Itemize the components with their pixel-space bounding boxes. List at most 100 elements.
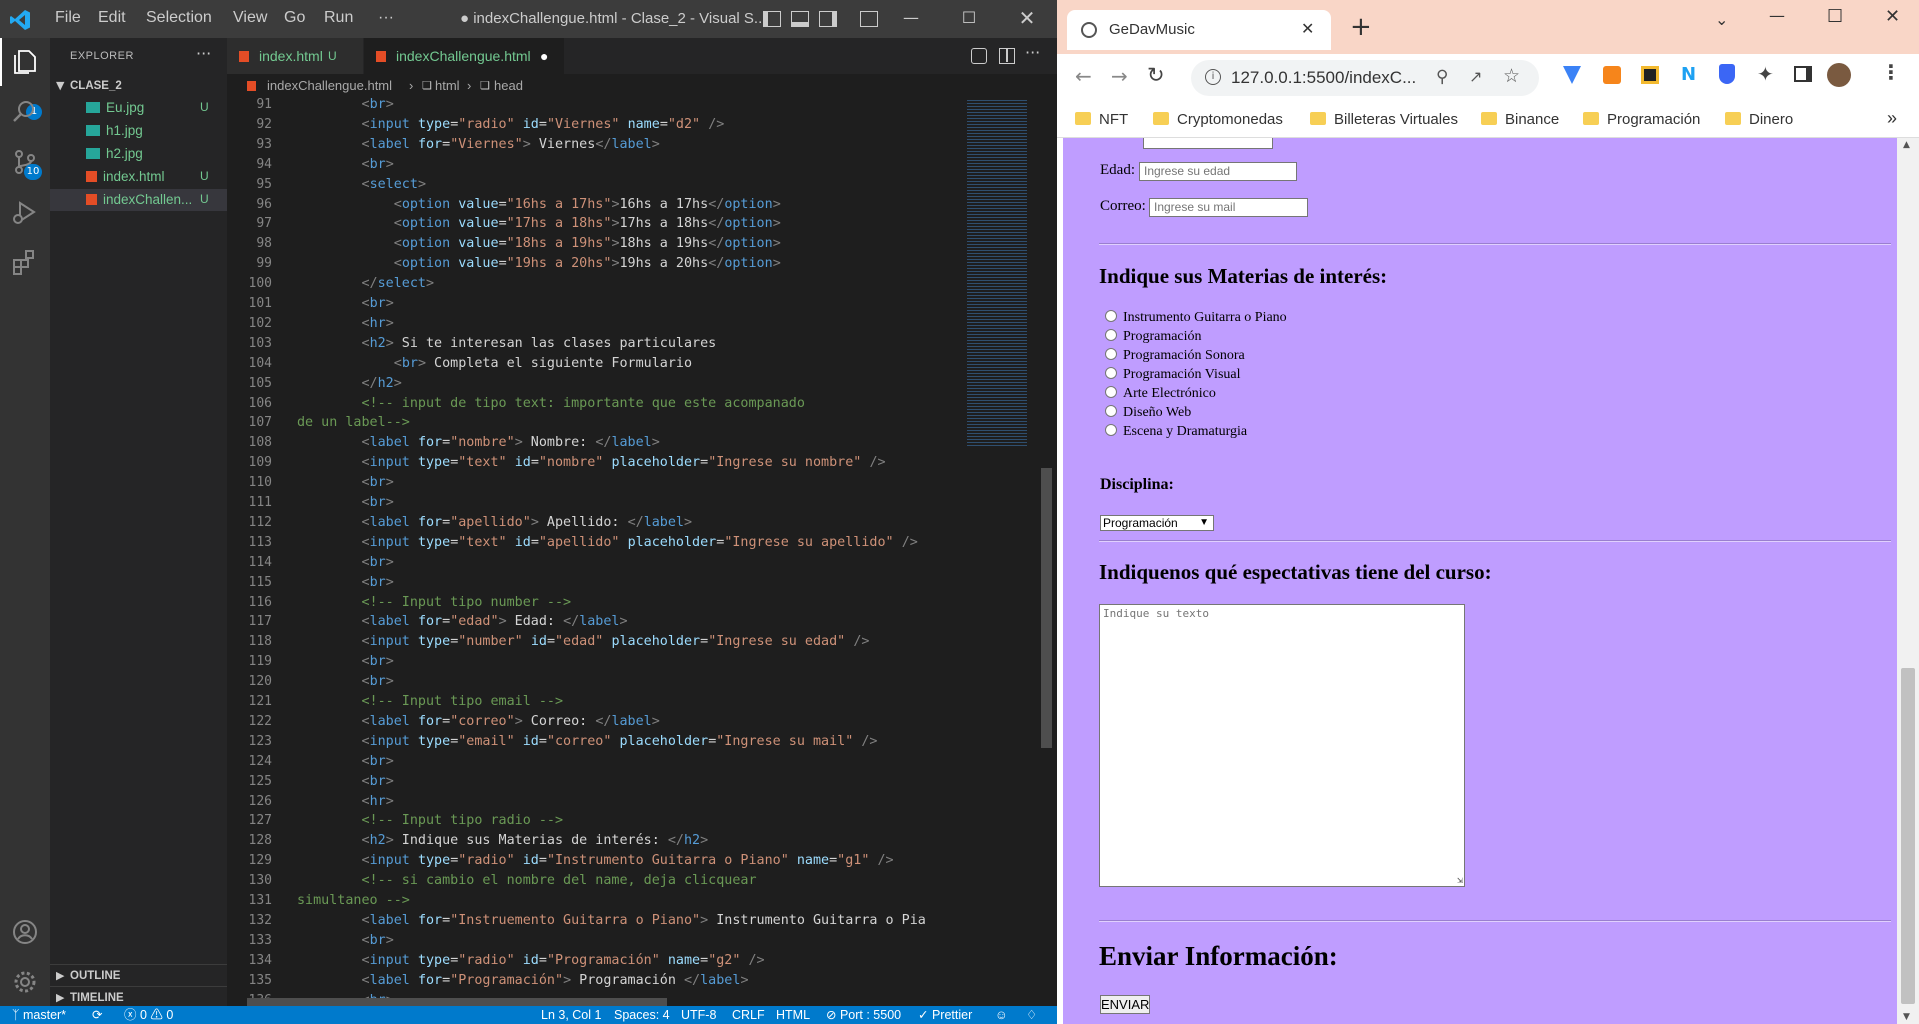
timeline-section[interactable]: ▶ TIMELINE <box>50 986 227 1008</box>
code-line[interactable]: <!-- Input tipo radio --> <box>297 813 564 828</box>
menu-selection[interactable]: Selection <box>146 9 212 27</box>
code-line[interactable]: <input type="radio" id="Viernes" name="d… <box>297 117 725 132</box>
breadcrumb-head[interactable]: head <box>494 74 523 98</box>
bookmark-folder[interactable]: NFT <box>1075 111 1128 128</box>
menu-kebab-icon[interactable]: ⋮ <box>1881 60 1901 84</box>
file-item-selected[interactable]: indexChallen... U <box>86 192 209 207</box>
bookmark-folder[interactable]: Binance <box>1481 111 1559 128</box>
new-tab-button[interactable]: + <box>1350 14 1372 40</box>
apellido-input-partial[interactable] <box>1143 138 1273 149</box>
bookmark-folder[interactable]: Programación <box>1583 111 1700 128</box>
share-icon[interactable]: ↗ <box>1469 67 1482 86</box>
live-server-port[interactable]: ⊘ Port : 5500 <box>826 1006 901 1024</box>
radio-button[interactable] <box>1105 348 1117 360</box>
code-line[interactable]: <br> <box>297 674 394 689</box>
expectativas-textarea[interactable]: Indique su texto ⇲ <box>1099 604 1465 887</box>
code-line[interactable]: <option value="17hs a 18hs">17hs a 18hs<… <box>297 216 781 231</box>
code-line[interactable]: <label for="Viernes"> Viernes</label> <box>297 137 660 152</box>
scrollbar-thumb[interactable] <box>1901 668 1915 1004</box>
page-scrollbar[interactable]: ▲ ▼ <box>1897 138 1919 1024</box>
code-line[interactable]: <input type="radio" id="Programación" na… <box>297 953 765 968</box>
eol-status[interactable]: CRLF <box>732 1006 765 1024</box>
code-line[interactable]: <!-- Input tipo email --> <box>297 694 564 709</box>
code-line[interactable]: <hr> <box>297 794 394 809</box>
binance-extension-icon[interactable] <box>1641 66 1659 84</box>
bookmark-folder[interactable]: Billeteras Virtuales <box>1310 111 1458 128</box>
code-line[interactable]: <input type="radio" id="Instrumento Guit… <box>297 853 894 868</box>
outline-section[interactable]: ▶ OUTLINE <box>50 964 227 986</box>
extensions-icon[interactable] <box>11 248 39 276</box>
toggle-sidebar-icon[interactable] <box>763 11 781 27</box>
radio-option[interactable]: Instrumento Guitarra o Piano <box>1105 310 1287 326</box>
tab-index-html[interactable]: index.html U <box>227 38 363 74</box>
code-line[interactable]: </select> <box>297 276 435 291</box>
scroll-down-arrow-icon[interactable]: ▼ <box>1903 1012 1910 1022</box>
tab-indexchallengue-html[interactable]: indexChallengue.html ● <box>364 38 564 74</box>
minimap[interactable] <box>957 98 1052 1006</box>
breadcrumb-file[interactable]: indexChallengue.html <box>267 74 392 98</box>
toggle-secondary-sidebar-icon[interactable] <box>819 11 837 27</box>
split-editor-icon[interactable] <box>999 48 1015 64</box>
extensions-puzzle-icon[interactable]: ✦ <box>1757 62 1774 86</box>
radio-option[interactable]: Programación Sonora <box>1105 348 1245 364</box>
notifications-bell-icon[interactable]: ♢ <box>1026 1006 1037 1024</box>
file-item[interactable]: h2.jpg <box>86 146 143 161</box>
back-arrow-icon[interactable]: ← <box>1075 64 1092 88</box>
menu-edit[interactable]: Edit <box>98 9 126 27</box>
radio-option[interactable]: Escena y Dramaturgia <box>1105 424 1247 440</box>
code-line[interactable]: <label for="apellido"> Apellido: </label… <box>297 515 693 530</box>
breadcrumb-html[interactable]: html <box>435 74 460 98</box>
metamask-fox-icon[interactable] <box>1603 66 1621 84</box>
enviar-button[interactable]: ENVIAR <box>1100 995 1150 1014</box>
code-line[interactable]: <label for="nombre"> Nombre: </label> <box>297 435 660 450</box>
indentation-status[interactable]: Spaces: 4 <box>614 1006 670 1024</box>
edad-input[interactable]: Ingrese su edad <box>1139 162 1297 181</box>
menu-more[interactable]: ··· <box>378 9 394 27</box>
code-line[interactable]: <h2> Si te interesan las clases particul… <box>297 336 717 351</box>
sync-icon[interactable]: ⟳ <box>92 1006 102 1024</box>
code-line[interactable]: <br> <box>297 98 394 112</box>
side-panel-icon[interactable] <box>1794 66 1812 82</box>
code-line[interactable]: <input type="text" id="nombre" placehold… <box>297 455 886 470</box>
minimize-button[interactable]: — <box>899 6 923 30</box>
code-line[interactable]: <select> <box>297 177 427 192</box>
code-line[interactable]: <br> <box>297 575 394 590</box>
code-editor[interactable]: 91 92 93 94 95 96 97 98 99 100 101 102 103 104 105 106 1… <box>227 98 957 1006</box>
customize-layout-icon[interactable] <box>860 11 878 27</box>
code-line[interactable]: <br> <box>297 774 394 789</box>
url-text[interactable]: 127.0.0.1:5500/indexC... <box>1231 68 1416 88</box>
scroll-up-arrow-icon[interactable]: ▲ <box>1903 140 1910 150</box>
bookmark-folder[interactable]: Dinero <box>1725 111 1793 128</box>
maximize-button[interactable]: ☐ <box>1827 6 1843 27</box>
address-bar[interactable]: i 127.0.0.1:5500/indexC... ⚲ ↗ ☆ <box>1191 60 1539 96</box>
code-line[interactable]: <br> <box>297 475 394 490</box>
feedback-icon[interactable]: ☺ <box>995 1006 1008 1024</box>
code-line[interactable]: <!-- si cambio el nombre del name, deja … <box>297 873 757 888</box>
code-line[interactable]: <option value="16hs a 17hs">16hs a 17hs<… <box>297 197 781 212</box>
radio-option[interactable]: Programación <box>1105 329 1202 345</box>
code-line[interactable]: <!-- input de tipo text: importante que … <box>297 396 805 411</box>
code-line[interactable]: <br> <box>297 495 394 510</box>
menu-run[interactable]: Run <box>324 9 353 27</box>
code-line[interactable]: <br> <box>297 933 394 948</box>
radio-button[interactable] <box>1105 386 1117 398</box>
code-line[interactable]: <label for="correo"> Correo: </label> <box>297 714 660 729</box>
site-info-icon[interactable]: i <box>1205 69 1221 85</box>
accounts-icon[interactable] <box>11 918 39 946</box>
cursor-position[interactable]: Ln 3, Col 1 <box>541 1006 601 1024</box>
more-actions-icon[interactable]: ··· <box>1025 43 1040 62</box>
explorer-icon[interactable] <box>11 48 39 76</box>
close-window-button[interactable]: ✕ <box>1885 6 1900 27</box>
menu-file[interactable]: File <box>55 9 81 27</box>
extension-v-icon[interactable] <box>1563 66 1581 84</box>
code-line[interactable]: <br> <box>297 555 394 570</box>
close-tab-icon[interactable]: ✕ <box>1301 19 1314 38</box>
code-line[interactable]: <br> <box>297 654 394 669</box>
radio-button[interactable] <box>1105 405 1117 417</box>
code-line[interactable]: <option value="18hs a 19hs">18hs a 19hs<… <box>297 236 781 251</box>
open-changes-icon[interactable] <box>971 48 987 64</box>
radio-option[interactable]: Programación Visual <box>1105 367 1241 383</box>
zoom-icon[interactable]: ⚲ <box>1436 67 1448 87</box>
reload-icon[interactable]: ↻ <box>1147 63 1165 87</box>
radio-option[interactable]: Diseño Web <box>1105 405 1191 421</box>
